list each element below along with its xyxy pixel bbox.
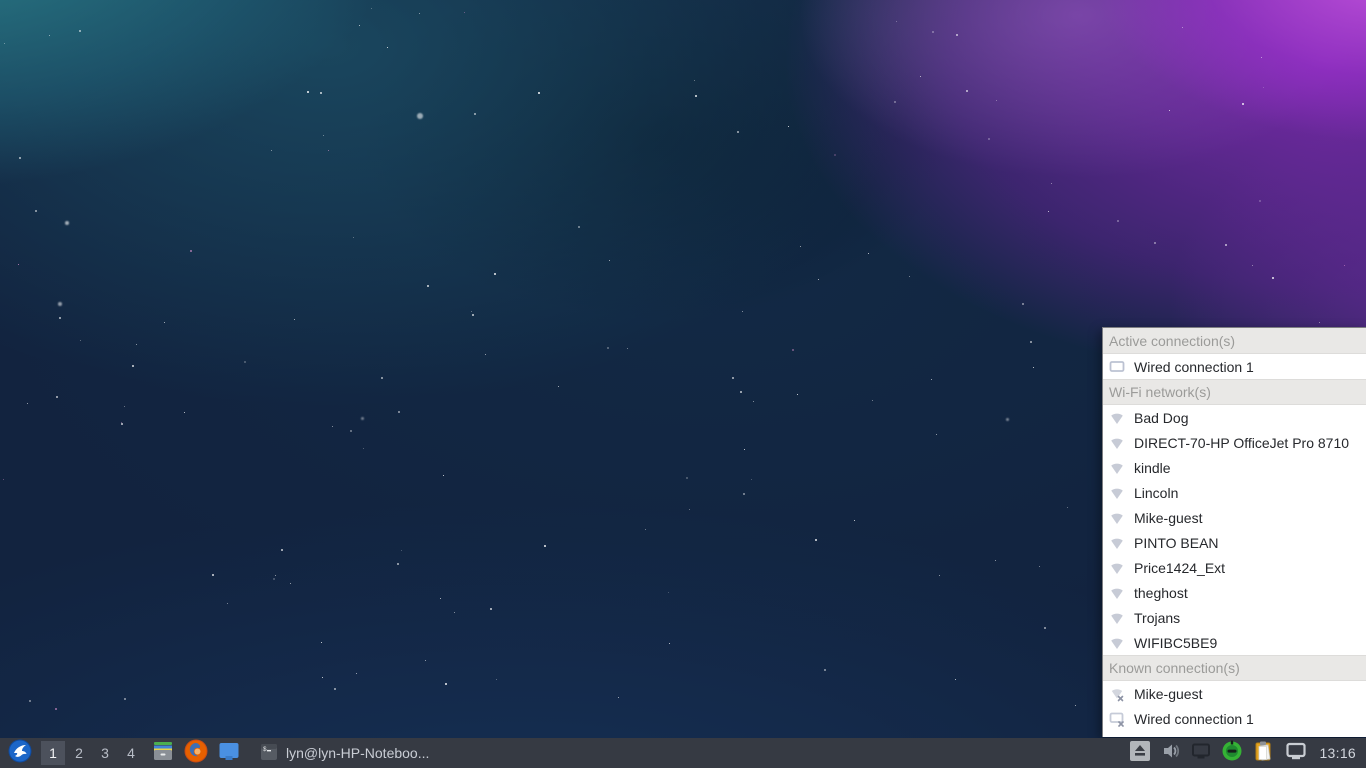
quick-launch [150, 740, 242, 766]
network-menu-item-label: Wired connection 1 [1134, 359, 1254, 375]
wifi-icon [1109, 585, 1125, 601]
workspace-button-2[interactable]: 2 [67, 741, 91, 765]
menu-section-header: Wi-Fi network(s) [1103, 379, 1366, 405]
wifi-icon [1109, 535, 1125, 551]
network-menu-item-label: Mike-guest [1134, 510, 1202, 526]
menu-section-header: Active connection(s) [1103, 328, 1366, 354]
lubuntu-logo-icon [8, 739, 32, 768]
green-status-icon [1221, 740, 1243, 767]
network-menu-item[interactable]: Wired connection 1 [1103, 706, 1366, 731]
file-manager-icon [151, 739, 175, 768]
workspace-button-3[interactable]: 3 [93, 741, 117, 765]
wired-known-icon [1109, 711, 1125, 727]
wired-icon [1109, 359, 1125, 375]
volume-icon [1161, 741, 1181, 766]
firefox-launcher[interactable] [183, 740, 209, 766]
network-menu-item[interactable]: kindle [1103, 455, 1366, 480]
taskbar: 1234 [0, 738, 1366, 768]
network-manager-tray-button[interactable] [1285, 740, 1307, 767]
network-menu-item-label: DIRECT-70-HP OfficeJet Pro 8710 [1134, 435, 1349, 451]
monitor-app-icon [217, 739, 241, 768]
system-tray: 13:16 [1129, 740, 1362, 767]
wifi-icon [1109, 560, 1125, 576]
green-status-button[interactable] [1221, 740, 1243, 767]
svg-text:$: $ [263, 746, 267, 753]
network-menu-item[interactable]: Trojans [1103, 605, 1366, 630]
network-menu-item[interactable]: Wired connection 1 [1103, 354, 1366, 379]
workspace-button-4[interactable]: 4 [119, 741, 143, 765]
wifi-icon [1109, 410, 1125, 426]
network-menu-item-label: Trojans [1134, 610, 1180, 626]
network-menu-item[interactable]: Mike-guest [1103, 681, 1366, 706]
volume-button[interactable] [1161, 741, 1181, 766]
network-menu-item-label: WIFIBC5BE9 [1134, 635, 1217, 651]
network-menu-item[interactable]: Lincoln [1103, 480, 1366, 505]
network-manager-menu: Active connection(s) Wired connection 1 Wi… [1102, 327, 1366, 737]
file-manager-launcher[interactable] [150, 740, 176, 766]
wifi-icon [1109, 635, 1125, 651]
monitor-app-launcher[interactable] [216, 740, 242, 766]
wifi-icon [1109, 510, 1125, 526]
start-menu-button[interactable] [7, 740, 33, 766]
network-menu-item-label: PINTO BEAN [1134, 535, 1219, 551]
network-menu-item[interactable]: theghost [1103, 580, 1366, 605]
network-menu-item-label: Wired connection 1 [1134, 711, 1254, 727]
network-monitor-icon [1285, 740, 1307, 767]
network-menu-item-label: Bad Dog [1134, 410, 1188, 426]
clipboard-manager-button[interactable] [1253, 740, 1275, 767]
taskbar-clock[interactable]: 13:16 [1319, 745, 1356, 761]
network-menu-item-label: kindle [1134, 460, 1171, 476]
network-menu-item[interactable]: Mike-guest [1103, 505, 1366, 530]
terminal-icon: $ [260, 743, 278, 764]
network-menu-item[interactable]: Bad Dog [1103, 405, 1366, 430]
wifi-icon [1109, 435, 1125, 451]
network-menu-item-label: Lincoln [1134, 485, 1178, 501]
wifi-icon [1109, 485, 1125, 501]
workspace-switcher: 1234 [40, 741, 144, 765]
eject-icon [1129, 740, 1151, 767]
network-menu-item-label: Mike-guest [1134, 686, 1202, 702]
network-menu-item-label: Price1424_Ext [1134, 560, 1225, 576]
firefox-icon [184, 739, 208, 768]
network-inactive-button[interactable] [1191, 741, 1211, 766]
network-menu-item[interactable]: PINTO BEAN [1103, 530, 1366, 555]
eject-removable-media-button[interactable] [1129, 740, 1151, 767]
workspace-button-1[interactable]: 1 [41, 741, 65, 765]
wifi-known-icon [1109, 686, 1125, 702]
network-menu-item[interactable]: Price1424_Ext [1103, 555, 1366, 580]
network-menu-item-label: theghost [1134, 585, 1188, 601]
wifi-icon [1109, 460, 1125, 476]
clipboard-icon [1253, 740, 1275, 767]
network-inactive-icon [1191, 741, 1211, 766]
taskbar-window-button[interactable]: $ lyn@lyn-HP-Noteboo... [254, 740, 435, 766]
taskbar-window-label: lyn@lyn-HP-Noteboo... [286, 745, 429, 761]
network-menu-item[interactable]: DIRECT-70-HP OfficeJet Pro 8710 [1103, 430, 1366, 455]
wifi-icon [1109, 610, 1125, 626]
menu-section-header: Known connection(s) [1103, 655, 1366, 681]
network-menu-item[interactable]: WIFIBC5BE9 [1103, 630, 1366, 655]
